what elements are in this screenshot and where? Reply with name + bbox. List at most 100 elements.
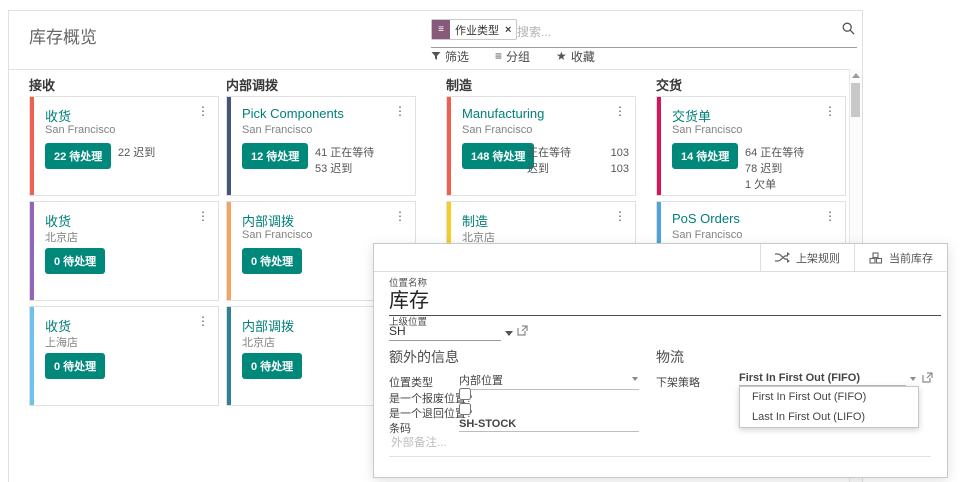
card-color-bar: [30, 307, 34, 405]
current-stock-button[interactable]: 当前库存: [854, 244, 947, 271]
scrap-location-checkbox[interactable]: [459, 388, 471, 400]
card-title-link[interactable]: 收货: [45, 316, 71, 335]
removal-strategy-label: 下架策略: [656, 374, 700, 390]
stat-line[interactable]: 1 欠单: [745, 177, 839, 193]
location-name-field[interactable]: 库存: [389, 284, 941, 316]
facet-list-icon: ≡: [432, 20, 450, 39]
stat-line[interactable]: 22 迟到: [118, 145, 212, 161]
search-facet: ≡ 作业类型 ×: [431, 19, 517, 40]
stat-line[interactable]: 迟到 103: [527, 161, 629, 177]
app-window: 库存概览 ≡ 作业类型 × 搜索... 筛选: [0, 0, 962, 482]
kebab-menu-icon[interactable]: ⋮: [197, 209, 209, 223]
card-stats: 22 迟到: [118, 145, 212, 161]
dropdown-option-fifo[interactable]: First In First Out (FIFO): [740, 387, 918, 407]
control-panel: 库存概览 ≡ 作业类型 × 搜索... 筛选: [9, 11, 862, 70]
return-location-checkbox[interactable]: [459, 403, 471, 415]
card-color-bar: [657, 97, 661, 195]
putaway-rules-label: 上架规则: [796, 250, 840, 266]
card-title-link[interactable]: Manufacturing: [462, 106, 544, 121]
kanban-card: 收货 北京店 ⋮ 0 待处理: [29, 201, 219, 301]
kebab-menu-icon[interactable]: ⋮: [197, 314, 209, 328]
dropdown-option-lifo[interactable]: Last In First Out (LIFO): [740, 407, 918, 427]
todo-button[interactable]: 22 待处理: [45, 143, 111, 169]
card-stats: 正在等待 103 迟到 103: [527, 145, 629, 177]
search-input[interactable]: 搜索...: [517, 23, 551, 40]
card-title-link[interactable]: 内部调拨: [242, 211, 294, 230]
card-color-bar: [30, 97, 34, 195]
kebab-menu-icon[interactable]: ⋮: [824, 104, 836, 118]
kebab-menu-icon[interactable]: ⋮: [614, 209, 626, 223]
stat-label: 迟到: [527, 161, 549, 177]
card-title-link[interactable]: 收货: [45, 106, 71, 125]
location-type-label: 位置类型: [389, 374, 433, 390]
todo-button[interactable]: 148 待处理: [462, 143, 534, 169]
kebab-menu-icon[interactable]: ⋮: [394, 209, 406, 223]
external-link-icon[interactable]: [922, 372, 933, 383]
location-form-panel: 上架规则 当前库存 位置名称 库存 上级位置 SH 额外的信息 位置类型 内部位…: [373, 243, 948, 478]
stat-value: 103: [611, 145, 629, 161]
location-type-select[interactable]: 内部位置: [459, 372, 639, 390]
removal-strategy-field[interactable]: First In First Out (FIFO): [739, 372, 906, 386]
shuffle-icon: [775, 252, 790, 263]
cubes-icon: [869, 252, 883, 264]
card-color-bar: [30, 202, 34, 300]
stat-line[interactable]: 41 正在等待: [315, 145, 409, 161]
card-title-link[interactable]: 交货单: [672, 106, 711, 125]
groupby-label: 分组: [506, 48, 530, 65]
removal-strategy-dropdown: First In First Out (FIFO) Last In First …: [739, 386, 919, 428]
chevron-down-icon: [505, 331, 513, 336]
kebab-menu-icon[interactable]: ⋮: [614, 104, 626, 118]
todo-button[interactable]: 14 待处理: [672, 143, 738, 169]
card-location: San Francisco: [462, 124, 532, 136]
logistics-section-title: 物流: [656, 347, 684, 367]
card-title-link[interactable]: 制造: [462, 211, 488, 230]
card-title-link[interactable]: PoS Orders: [672, 211, 740, 226]
card-location: San Francisco: [242, 229, 312, 241]
stat-line[interactable]: 正在等待 103: [527, 145, 629, 161]
external-notes-input[interactable]: [389, 430, 931, 457]
card-location: 上海店: [45, 334, 78, 350]
stat-line[interactable]: 64 正在等待: [745, 145, 839, 161]
external-link-icon[interactable]: [517, 325, 528, 336]
column-title-manufacturing: 制造: [446, 75, 472, 94]
filters-label: 筛选: [445, 48, 469, 65]
search-icon[interactable]: [842, 22, 855, 35]
column-title-receipts: 接收: [29, 75, 55, 94]
star-icon: ★: [556, 50, 567, 62]
facet-remove-icon[interactable]: ×: [504, 20, 516, 39]
kebab-menu-icon[interactable]: ⋮: [197, 104, 209, 118]
filter-funnel-icon: [431, 51, 441, 61]
kanban-card: Manufacturing San Francisco ⋮ 148 待处理 正在…: [446, 96, 636, 196]
card-stats: 41 正在等待 53 迟到: [315, 145, 409, 177]
putaway-rules-button[interactable]: 上架规则: [760, 244, 854, 271]
scrollbar-up-arrow-icon[interactable]: [852, 73, 860, 78]
kebab-menu-icon[interactable]: ⋮: [394, 104, 406, 118]
parent-location-field[interactable]: SH: [389, 324, 501, 341]
card-title-link[interactable]: 内部调拨: [242, 316, 294, 335]
stat-line[interactable]: 53 迟到: [315, 161, 409, 177]
search-options: 筛选 ≡ 分组 ★ 收藏: [431, 47, 595, 65]
filters-button[interactable]: 筛选: [431, 47, 469, 65]
kanban-card: 收货 San Francisco ⋮ 22 待处理 22 迟到: [29, 96, 219, 196]
search-bar[interactable]: ≡ 作业类型 × 搜索...: [431, 17, 857, 48]
todo-button[interactable]: 0 待处理: [242, 353, 302, 379]
card-location: San Francisco: [45, 124, 115, 136]
favorites-button[interactable]: ★ 收藏: [556, 47, 595, 65]
card-title-link[interactable]: Pick Components: [242, 106, 344, 121]
todo-button[interactable]: 12 待处理: [242, 143, 308, 169]
todo-button[interactable]: 0 待处理: [242, 248, 302, 274]
kanban-card: Pick Components San Francisco ⋮ 12 待处理 4…: [226, 96, 416, 196]
todo-button[interactable]: 0 待处理: [45, 248, 105, 274]
card-title-link[interactable]: 收货: [45, 211, 71, 230]
card-color-bar: [227, 307, 231, 405]
stat-line[interactable]: 78 迟到: [745, 161, 839, 177]
kanban-card: 交货单 San Francisco ⋮ 14 待处理 64 正在等待 78 迟到…: [656, 96, 846, 196]
scrollbar-thumb[interactable]: [851, 83, 860, 117]
card-color-bar: [447, 97, 451, 195]
card-color-bar: [227, 97, 231, 195]
groupby-button[interactable]: ≡ 分组: [495, 47, 530, 65]
todo-button[interactable]: 0 待处理: [45, 353, 105, 379]
card-location: San Francisco: [672, 229, 742, 241]
kebab-menu-icon[interactable]: ⋮: [824, 209, 836, 223]
kanban-card: 收货 上海店 ⋮ 0 待处理: [29, 306, 219, 406]
